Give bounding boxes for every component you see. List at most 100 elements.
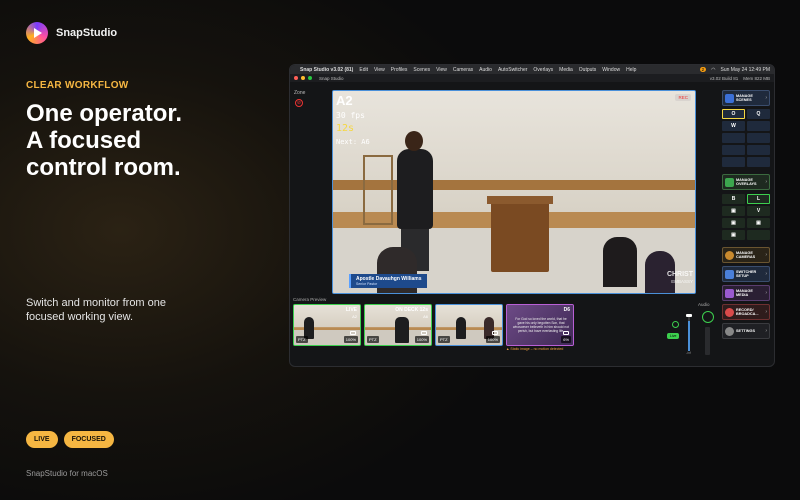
overlay-key-grid: B L ▣ V ▣ ▣ ▣ (722, 194, 770, 240)
audio-gain-knob[interactable] (702, 311, 714, 323)
eyebrow-label: CLEAR WORKFLOW (26, 80, 129, 91)
static-image-warning: ▲ Static image – no motion detected (506, 347, 564, 351)
manage-overlays-button[interactable]: MANAGE OVERLAYS › (722, 174, 770, 190)
audio-monitor-icon[interactable] (672, 321, 679, 328)
preview-zoom: 100% (343, 336, 358, 343)
audio-level-meter (705, 327, 710, 355)
camera-preview-media[interactable]: For God so loved the world, that he gave… (506, 304, 574, 346)
overlay-key[interactable]: L (747, 194, 770, 204)
pill-focused: FOCUSED (63, 431, 114, 448)
brand-name: SnapStudio (56, 27, 118, 39)
settings-button[interactable]: SETTINGS › (722, 323, 770, 339)
scene-key[interactable]: O (722, 109, 745, 119)
overlay-key[interactable] (747, 230, 770, 240)
headline-line-2: A focused (26, 127, 142, 154)
overlay-key[interactable]: B (722, 194, 745, 204)
cameras-icon (725, 250, 734, 260)
preview-zoom: 6% (561, 336, 571, 343)
menu-window[interactable]: Window (602, 67, 620, 73)
scene-key[interactable] (747, 157, 770, 167)
footer-note: SnapStudio for macOS (26, 469, 108, 478)
audio-live-chip[interactable]: Live (667, 333, 680, 339)
wifi-icon[interactable]: ◠ (711, 67, 715, 73)
chevron-right-icon: › (765, 309, 767, 315)
ptz-button[interactable]: PTZ (296, 336, 308, 343)
scene-key[interactable]: W (722, 121, 745, 131)
preview-sub: A2 (352, 314, 357, 319)
menu-overlays[interactable]: Overlays (533, 67, 553, 73)
program-next-camera: Next: A6 (336, 138, 370, 146)
menu-audio[interactable]: Audio (479, 67, 492, 73)
ptz-button[interactable]: PTZ (367, 336, 379, 343)
memory-readout: Mem 822 MB (743, 75, 770, 81)
menu-view[interactable]: View (374, 67, 385, 73)
chevron-right-icon: › (765, 179, 767, 185)
overlay-key[interactable]: ▣ (747, 218, 770, 228)
audio-label: Audio (698, 302, 710, 307)
gear-icon (725, 326, 734, 336)
manage-media-button[interactable]: MANAGE MEDIA › (722, 285, 770, 301)
manage-scenes-button[interactable]: MANAGE SCENES › (722, 90, 770, 106)
scene-key[interactable] (747, 145, 770, 155)
camera-preview-on-deck[interactable]: ON DECK 12s A6 PTZ 100% (364, 304, 432, 346)
menu-help[interactable]: Help (626, 67, 636, 73)
audio-fader-handle[interactable] (686, 314, 692, 317)
menu-scenes[interactable]: Scenes (413, 67, 430, 73)
overlay-key[interactable]: ▣ (722, 218, 745, 228)
scene-key[interactable] (722, 145, 745, 155)
scene-key-grid: O Q W (722, 109, 770, 167)
menu-autoswitcher[interactable]: AutoSwitcher (498, 67, 527, 73)
watermark-title: CHRIST (666, 271, 693, 278)
lower-third: Apostle Davauhgn Williams Senior Pastor (349, 274, 427, 288)
scenes-icon (725, 93, 734, 103)
headline-line-1: One operator. (26, 100, 183, 127)
camera-icon (421, 331, 427, 335)
media-icon (725, 288, 734, 298)
overlay-key[interactable]: ▣ (722, 230, 745, 240)
zoom-window-button[interactable] (308, 76, 312, 80)
overlay-key[interactable]: V (747, 206, 770, 216)
switcher-setup-button[interactable]: SWITCHER SETUP › (722, 266, 770, 282)
menu-edit[interactable]: Edit (359, 67, 368, 73)
scene-key[interactable] (722, 157, 745, 167)
preview-zoom: 100% (485, 336, 500, 343)
camera-icon (563, 331, 569, 335)
scene-key[interactable] (722, 133, 745, 143)
menu-profiles[interactable]: Profiles (391, 67, 408, 73)
record-broadcast-button[interactable]: RECORD/ BROADCA... › (722, 304, 770, 320)
menu-media[interactable]: Media (559, 67, 573, 73)
scene-key[interactable]: Q (747, 109, 770, 119)
chevron-right-icon: › (765, 252, 767, 258)
switcher-icon (725, 269, 734, 279)
menu-app-title[interactable]: Snap Studio v3.02 (81) (300, 67, 353, 73)
ptz-button[interactable]: PTZ (438, 336, 450, 343)
camera-icon (350, 331, 356, 335)
brand-logo: SnapStudio (26, 22, 117, 44)
camera-preview-3[interactable]: PTZ 100% (435, 304, 503, 346)
scene-key[interactable] (747, 133, 770, 143)
overlay-key[interactable]: ▣ (722, 206, 745, 216)
menu-view-2[interactable]: View (436, 67, 447, 73)
menubar-clock: Sun May 24 12:49 PM (720, 66, 770, 73)
menu-outputs[interactable]: Outputs (579, 67, 597, 73)
notification-badge[interactable]: 2 (699, 67, 707, 72)
chevron-right-icon: › (765, 95, 767, 101)
headline: One operator. A focused control room. (26, 100, 276, 181)
zone-target-icon[interactable]: ⊘ (295, 99, 303, 107)
snapstudio-logo-icon (26, 22, 48, 44)
church-watermark: CHRIST EMBASSY (667, 271, 693, 285)
scene-key[interactable] (747, 121, 770, 131)
zone-label: Zone (294, 90, 306, 96)
manage-cameras-button[interactable]: MANAGE CAMERAS › (722, 247, 770, 263)
menu-cameras[interactable]: Cameras (453, 67, 473, 73)
camera-preview-live[interactable]: LIVE A2 PTZ 100% (293, 304, 361, 346)
broadcast-icon (725, 307, 734, 317)
close-window-button[interactable] (294, 76, 298, 80)
speaker-body (397, 149, 433, 229)
chevron-right-icon: › (765, 328, 767, 334)
verse-slide-text: For God so loved the world, that he gave… (513, 317, 569, 333)
program-monitor[interactable]: A2 30 fps 12s Next: A6 REC Apostle Davau… (332, 90, 696, 294)
audio-db-label: -inf (686, 351, 691, 355)
podium (487, 196, 553, 272)
minimize-window-button[interactable] (301, 76, 305, 80)
